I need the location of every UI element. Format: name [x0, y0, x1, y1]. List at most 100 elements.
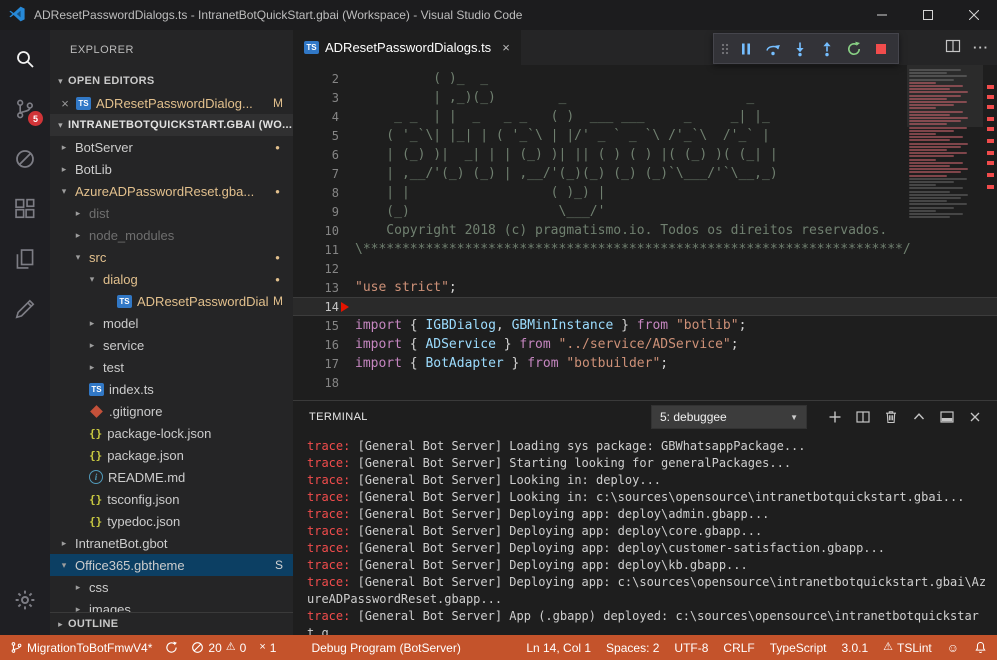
terminal-line: trace: [General Bot Server] Deploying ap…	[307, 506, 987, 523]
encoding-item[interactable]: UTF-8	[674, 641, 708, 655]
step-into-icon[interactable]	[786, 37, 813, 61]
notifications-bell-icon[interactable]	[974, 641, 987, 654]
tree-item-botserver[interactable]: ▸BotServer●	[50, 136, 293, 158]
code-line-text: "use strict";	[355, 280, 457, 295]
more-actions-icon[interactable]: ···	[973, 40, 989, 55]
code-line-16[interactable]: 16import { ADService } from "../service/…	[293, 335, 997, 354]
edit-icon[interactable]	[0, 284, 50, 334]
step-out-icon[interactable]	[813, 37, 840, 61]
code-line-10[interactable]: 10 Copyright 2018 (c) pragmatismo.io. To…	[293, 221, 997, 240]
split-editor-icon[interactable]	[945, 38, 961, 57]
stop-icon[interactable]	[867, 37, 894, 61]
tab-adresetpassworddialogs[interactable]: TS ADResetPasswordDialogs.ts ×	[293, 30, 521, 65]
drag-handle-icon[interactable]	[718, 37, 732, 61]
code-line-12[interactable]: 12	[293, 259, 997, 278]
minimap[interactable]	[907, 65, 983, 385]
sync-item[interactable]	[165, 641, 178, 654]
extensions-icon[interactable]	[0, 184, 50, 234]
code-line-9[interactable]: 9 (_) \___/'	[293, 202, 997, 221]
tree-item-test[interactable]: ▸test	[50, 356, 293, 378]
tree-item-gitignore[interactable]: .gitignore	[50, 400, 293, 422]
tree-item-index-ts[interactable]: TSindex.ts	[50, 378, 293, 400]
flag-item[interactable]: × 1	[259, 641, 276, 655]
tree-item-adresetpassworddial[interactable]: TSADResetPasswordDial...M	[50, 290, 293, 312]
code-line-8[interactable]: 8 | | ( )_) |	[293, 183, 997, 202]
debug-icon[interactable]	[0, 134, 50, 184]
close-button[interactable]	[951, 0, 997, 30]
outline-header[interactable]: ▸ OUTLINE	[50, 612, 293, 635]
tree-item-model[interactable]: ▸model	[50, 312, 293, 334]
tab-terminal[interactable]: TERMINAL	[309, 411, 368, 423]
tree-item-dist[interactable]: ▸dist	[50, 202, 293, 224]
maximize-button[interactable]	[905, 0, 951, 30]
open-editor-label: ADResetPasswordDialog...	[96, 96, 253, 111]
cursor-position-item[interactable]: Ln 14, Col 1	[526, 641, 591, 655]
tree-item-css[interactable]: ▸css	[50, 576, 293, 598]
code-line-7[interactable]: 7 | ,__/'(_) (_) | ,__/'(_)(_) (_) (_)`\…	[293, 164, 997, 183]
code-line-5[interactable]: 5 ( '_`\| |_| | ( '_`\ | |/' _ ` _ `\ /'…	[293, 126, 997, 145]
close-panel-icon[interactable]	[962, 405, 987, 429]
language-item[interactable]: TypeScript	[770, 641, 827, 655]
code-line-18[interactable]: 18	[293, 373, 997, 392]
open-editors-header[interactable]: ▾ OPEN EDITORS	[50, 70, 293, 92]
tree-item-node-modules[interactable]: ▸node_modules	[50, 224, 293, 246]
tree-item-typedoc-json[interactable]: {}typedoc.json	[50, 510, 293, 532]
kill-terminal-trash-icon[interactable]	[878, 405, 903, 429]
tree-item-azureadpasswordreset-gba[interactable]: ▾AzureADPasswordReset.gba...●	[50, 180, 293, 202]
panel-header: TERMINAL 5: debuggee ▼	[293, 401, 997, 433]
outline-label: OUTLINE	[68, 618, 118, 630]
split-terminal-icon[interactable]	[850, 405, 875, 429]
source-control-icon[interactable]: 5	[0, 84, 50, 134]
indentation-item[interactable]: Spaces: 2	[606, 641, 659, 655]
problems-item[interactable]: 20 ⚠ 0	[191, 641, 246, 655]
code-editor: 2 ( )_ _3 | ,_)(_) _ _4 _ _ | | _ _ _ ( …	[293, 65, 997, 400]
tree-item-readme-md[interactable]: iREADME.md	[50, 466, 293, 488]
workspace-header[interactable]: ▾ INTRANETBOTQUICKSTART.GBAI (WO...	[50, 114, 293, 136]
restart-icon[interactable]	[840, 37, 867, 61]
tree-item-intranetbot-gbot[interactable]: ▸IntranetBot.gbot	[50, 532, 293, 554]
terminal-output[interactable]: trace: [General Bot Server] Loading sys …	[293, 433, 997, 642]
tree-item-src[interactable]: ▾src●	[50, 246, 293, 268]
code-line-3[interactable]: 3 | ,_)(_) _ _	[293, 88, 997, 107]
files-icon[interactable]	[0, 234, 50, 284]
code-line-6[interactable]: 6 | (_) )| _| | | (_) )| || ( ) ( ) |( (…	[293, 145, 997, 164]
tab-close-icon[interactable]: ×	[502, 40, 510, 55]
tree-item-package-lock-json[interactable]: {}package-lock.json	[50, 422, 293, 444]
search-icon[interactable]	[0, 34, 50, 84]
version-item[interactable]: 3.0.1	[841, 641, 868, 655]
eol-item[interactable]: CRLF	[723, 641, 754, 655]
close-icon[interactable]: ×	[59, 96, 71, 111]
line-number: 10	[293, 224, 355, 238]
tree-item-tsconfig-json[interactable]: {}tsconfig.json	[50, 488, 293, 510]
tree-item-botlib[interactable]: ▸BotLib	[50, 158, 293, 180]
open-editor-item[interactable]: × TS ADResetPasswordDialog... M	[50, 92, 293, 114]
code-line-4[interactable]: 4 _ _ | | _ _ _ ( ) ___ ___ _ _| |_	[293, 107, 997, 126]
pause-icon[interactable]	[732, 37, 759, 61]
git-branch-item[interactable]: MigrationToBotFmwV4*	[10, 641, 152, 655]
code-line-17[interactable]: 17import { BotAdapter } from "botbuilder…	[293, 354, 997, 373]
code-line-14[interactable]: 14	[293, 297, 997, 316]
step-over-icon[interactable]	[759, 37, 786, 61]
terminal-trace-prefix: trace:	[307, 490, 350, 504]
new-terminal-icon[interactable]	[822, 405, 847, 429]
feedback-smiley-icon[interactable]: ☺	[947, 641, 959, 655]
tree-item-package-json[interactable]: {}package.json	[50, 444, 293, 466]
line-number: 8	[293, 186, 355, 200]
tree-item-service[interactable]: ▸service	[50, 334, 293, 356]
tree-item-dialog[interactable]: ▾dialog●	[50, 268, 293, 290]
code-line-11[interactable]: 11\*************************************…	[293, 240, 997, 259]
code-line-15[interactable]: 15import { IGBDialog, GBMinInstance } fr…	[293, 316, 997, 335]
terminal-selector[interactable]: 5: debuggee ▼	[651, 405, 807, 429]
panel-layout-icon[interactable]	[934, 405, 959, 429]
tree-item-office365-gbtheme[interactable]: ▾Office365.gbthemeS	[50, 554, 293, 576]
maximize-panel-icon[interactable]	[906, 405, 931, 429]
code-line-2[interactable]: 2 ( )_ _	[293, 69, 997, 88]
minimize-button[interactable]	[859, 0, 905, 30]
debug-current-line-marker	[341, 302, 349, 312]
debug-status-item[interactable]: Debug Program (BotServer)	[311, 641, 460, 655]
tslint-item[interactable]: ⚠TSLint	[883, 641, 932, 655]
line-number: 11	[293, 243, 355, 257]
settings-gear-icon[interactable]	[0, 575, 50, 625]
code-line-13[interactable]: 13"use strict";	[293, 278, 997, 297]
overview-ruler[interactable]	[983, 65, 997, 400]
